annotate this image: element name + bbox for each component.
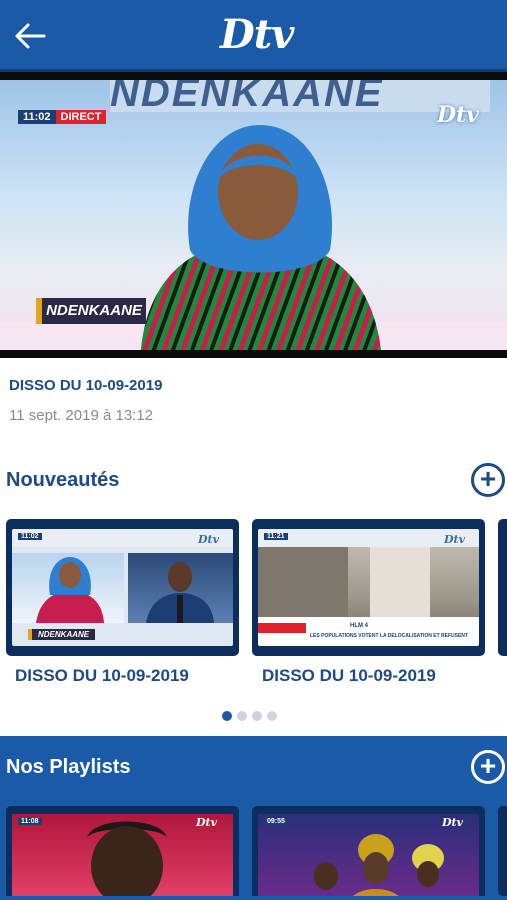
video-card[interactable]: 11:21 Dtv HLM 4 LES POPULATIONS VOTENT L… — [252, 519, 485, 656]
carousel-pagination — [222, 711, 277, 721]
arrow-left-icon[interactable] — [10, 20, 50, 52]
channel-watermark: Dtv — [436, 102, 479, 128]
thumb-watermark: Dtv — [197, 533, 219, 546]
video-thumbnail: 11:21 Dtv HLM 4 LES POPULATIONS VOTENT L… — [258, 529, 479, 646]
video-frame: NDENKAANE 11:02 DIRECT Dtv NDENKAANE — [0, 80, 507, 350]
video-title: DISSO DU 10-09-2019 — [9, 377, 163, 394]
pagination-dot[interactable] — [237, 711, 247, 721]
playlist-card-peek[interactable] — [498, 806, 507, 896]
playlist-thumbnail: 09:55 Dtv — [258, 814, 479, 896]
performers-thumb — [314, 834, 444, 896]
presenter-image — [140, 125, 381, 350]
pagination-dot[interactable] — [222, 711, 232, 721]
video-date: 11 sept. 2019 à 13:12 — [9, 407, 154, 424]
section-title-playlists: Nos Playlists — [6, 756, 131, 778]
video-card-peek[interactable] — [498, 519, 507, 656]
video-card[interactable]: 11:02 Dtv NDENKAANE — [6, 519, 239, 656]
video-card-title[interactable]: DISSO DU 10-09-2019 — [262, 666, 436, 686]
video-player[interactable]: NDENKAANE 11:02 DIRECT Dtv NDENKAANE — [0, 72, 507, 358]
playlist-card[interactable]: 11:08 Dtv — [6, 806, 239, 896]
pagination-dot[interactable] — [252, 711, 262, 721]
playlists-more-button[interactable]: + — [471, 750, 505, 784]
studio-banner: NDENKAANE — [110, 80, 490, 112]
playlists-section: Nos Playlists + 11:08 Dtv 09:55 Dtv — [0, 736, 507, 900]
pagination-dot[interactable] — [267, 711, 277, 721]
playlist-thumbnail: 11:08 Dtv — [12, 814, 233, 896]
section-title-nouveautes: Nouveautés — [6, 469, 120, 491]
thumb-time-tag: 09:55 — [264, 818, 288, 825]
thumb-time-tag: 11:08 — [18, 818, 42, 825]
thumb-ticker: LES POPULATIONS VOTENT LA DELOCALISATION… — [310, 633, 468, 639]
plus-icon: + — [479, 750, 497, 781]
playlist-card[interactable]: 09:55 Dtv — [252, 806, 485, 896]
nouveautes-more-button[interactable]: + — [471, 463, 505, 497]
video-thumbnail: 11:02 Dtv NDENKAANE — [12, 529, 233, 646]
live-label: DIRECT — [55, 110, 107, 124]
thumb-show-logo: NDENKAANE — [28, 629, 96, 640]
guest-thumb — [146, 562, 214, 623]
presenter-thumb — [36, 557, 104, 623]
thumb-watermark: Dtv — [195, 816, 217, 829]
plus-icon: + — [479, 463, 497, 494]
thumb-time-tag: 11:21 — [264, 533, 288, 540]
dtv-logo: Dtv — [220, 11, 294, 58]
video-card-title[interactable]: DISSO DU 10-09-2019 — [15, 666, 189, 686]
app-header: Dtv — [0, 0, 507, 72]
live-time: 11:02 — [18, 110, 56, 124]
artist-thumb — [87, 821, 167, 896]
show-logo: NDENKAANE — [36, 298, 146, 324]
thumb-time-tag: 11:02 — [18, 533, 42, 540]
live-tag: 11:02 DIRECT — [18, 110, 107, 124]
thumb-watermark: Dtv — [443, 533, 465, 546]
thumb-headline: HLM 4 — [350, 623, 368, 629]
